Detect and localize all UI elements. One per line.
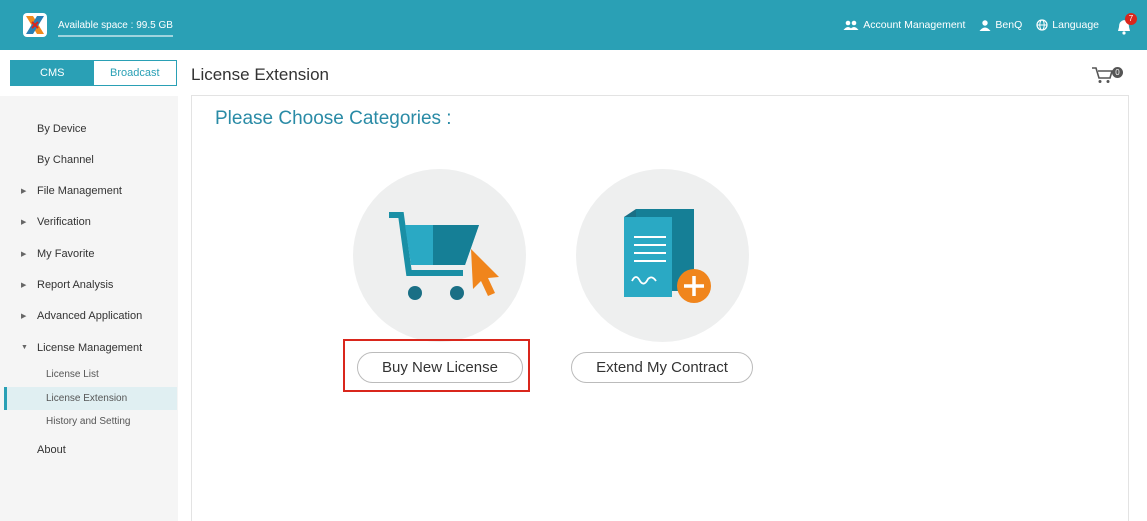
user-name: BenQ (995, 19, 1023, 31)
cart-icon (389, 212, 499, 300)
caret-down-icon: ▼ (21, 344, 28, 351)
cart-count-badge: 0 (1112, 67, 1123, 78)
language-label: Language (1052, 19, 1099, 31)
available-space: Available space : 99.5 GB (58, 20, 173, 37)
tab-cms[interactable]: CMS (11, 61, 94, 85)
sidebar-subitem-history-and-setting[interactable]: History and Setting (46, 416, 131, 427)
sidebar-item-file-management[interactable]: ▶ File Management (21, 185, 122, 197)
user-menu[interactable]: BenQ (979, 19, 1022, 31)
user-icon (979, 19, 991, 31)
sidebar-item-by-channel[interactable]: By Channel (37, 154, 94, 166)
caret-right-icon: ▶ (21, 313, 27, 320)
sidebar-item-license-management[interactable]: ▼ License Management (21, 342, 143, 354)
contract-add-icon (624, 209, 711, 303)
sidebar-item-verification[interactable]: ▶ Verification (21, 216, 91, 228)
main-content: Please Choose Categories : Buy New Licen… (191, 95, 1129, 521)
notifications-button[interactable]: 7 (1117, 13, 1137, 35)
buy-new-license-button[interactable]: Buy New License (357, 352, 523, 383)
sidebar-subitem-license-extension[interactable]: License Extension (46, 393, 127, 404)
account-management-label: Account Management (863, 19, 966, 31)
app-logo[interactable] (23, 13, 47, 37)
page-title: License Extension (191, 65, 329, 84)
globe-icon (1036, 19, 1048, 31)
sidebar-item-label: License Management (37, 342, 143, 354)
users-icon (843, 20, 859, 30)
extend-my-contract-button[interactable]: Extend My Contract (571, 352, 753, 383)
tab-broadcast[interactable]: Broadcast (93, 61, 176, 85)
caret-right-icon: ▶ (21, 251, 27, 258)
sidebar-item-by-device[interactable]: By Device (37, 123, 87, 135)
categories-heading: Please Choose Categories : (215, 108, 452, 129)
sidebar-item-advanced-application[interactable]: ▶ Advanced Application (21, 310, 143, 322)
language-menu[interactable]: Language (1036, 19, 1099, 31)
extend-contract-tile[interactable] (576, 169, 749, 342)
sidebar-item-label: File Management (37, 185, 122, 197)
sidebar-subitem-license-list[interactable]: License List (46, 369, 99, 380)
top-bar: Available space : 99.5 GB Account Manage… (0, 0, 1147, 50)
caret-right-icon: ▶ (21, 188, 27, 195)
sidebar-item-report-analysis[interactable]: ▶ Report Analysis (21, 279, 114, 291)
mode-tabs: CMS Broadcast (10, 60, 177, 86)
sidebar-item-label: Report Analysis (37, 279, 114, 291)
caret-right-icon: ▶ (21, 282, 27, 289)
notification-badge: 7 (1125, 13, 1137, 25)
caret-right-icon: ▶ (21, 219, 27, 226)
sidebar-item-label: Advanced Application (37, 310, 143, 322)
sidebar-item-label: Verification (37, 216, 91, 228)
sidebar-item-label: My Favorite (37, 248, 95, 260)
account-management-link[interactable]: Account Management (843, 19, 965, 31)
buy-license-tile[interactable] (353, 169, 526, 342)
sidebar-item-my-favorite[interactable]: ▶ My Favorite (21, 248, 95, 260)
sidebar-item-about[interactable]: About (37, 444, 66, 456)
